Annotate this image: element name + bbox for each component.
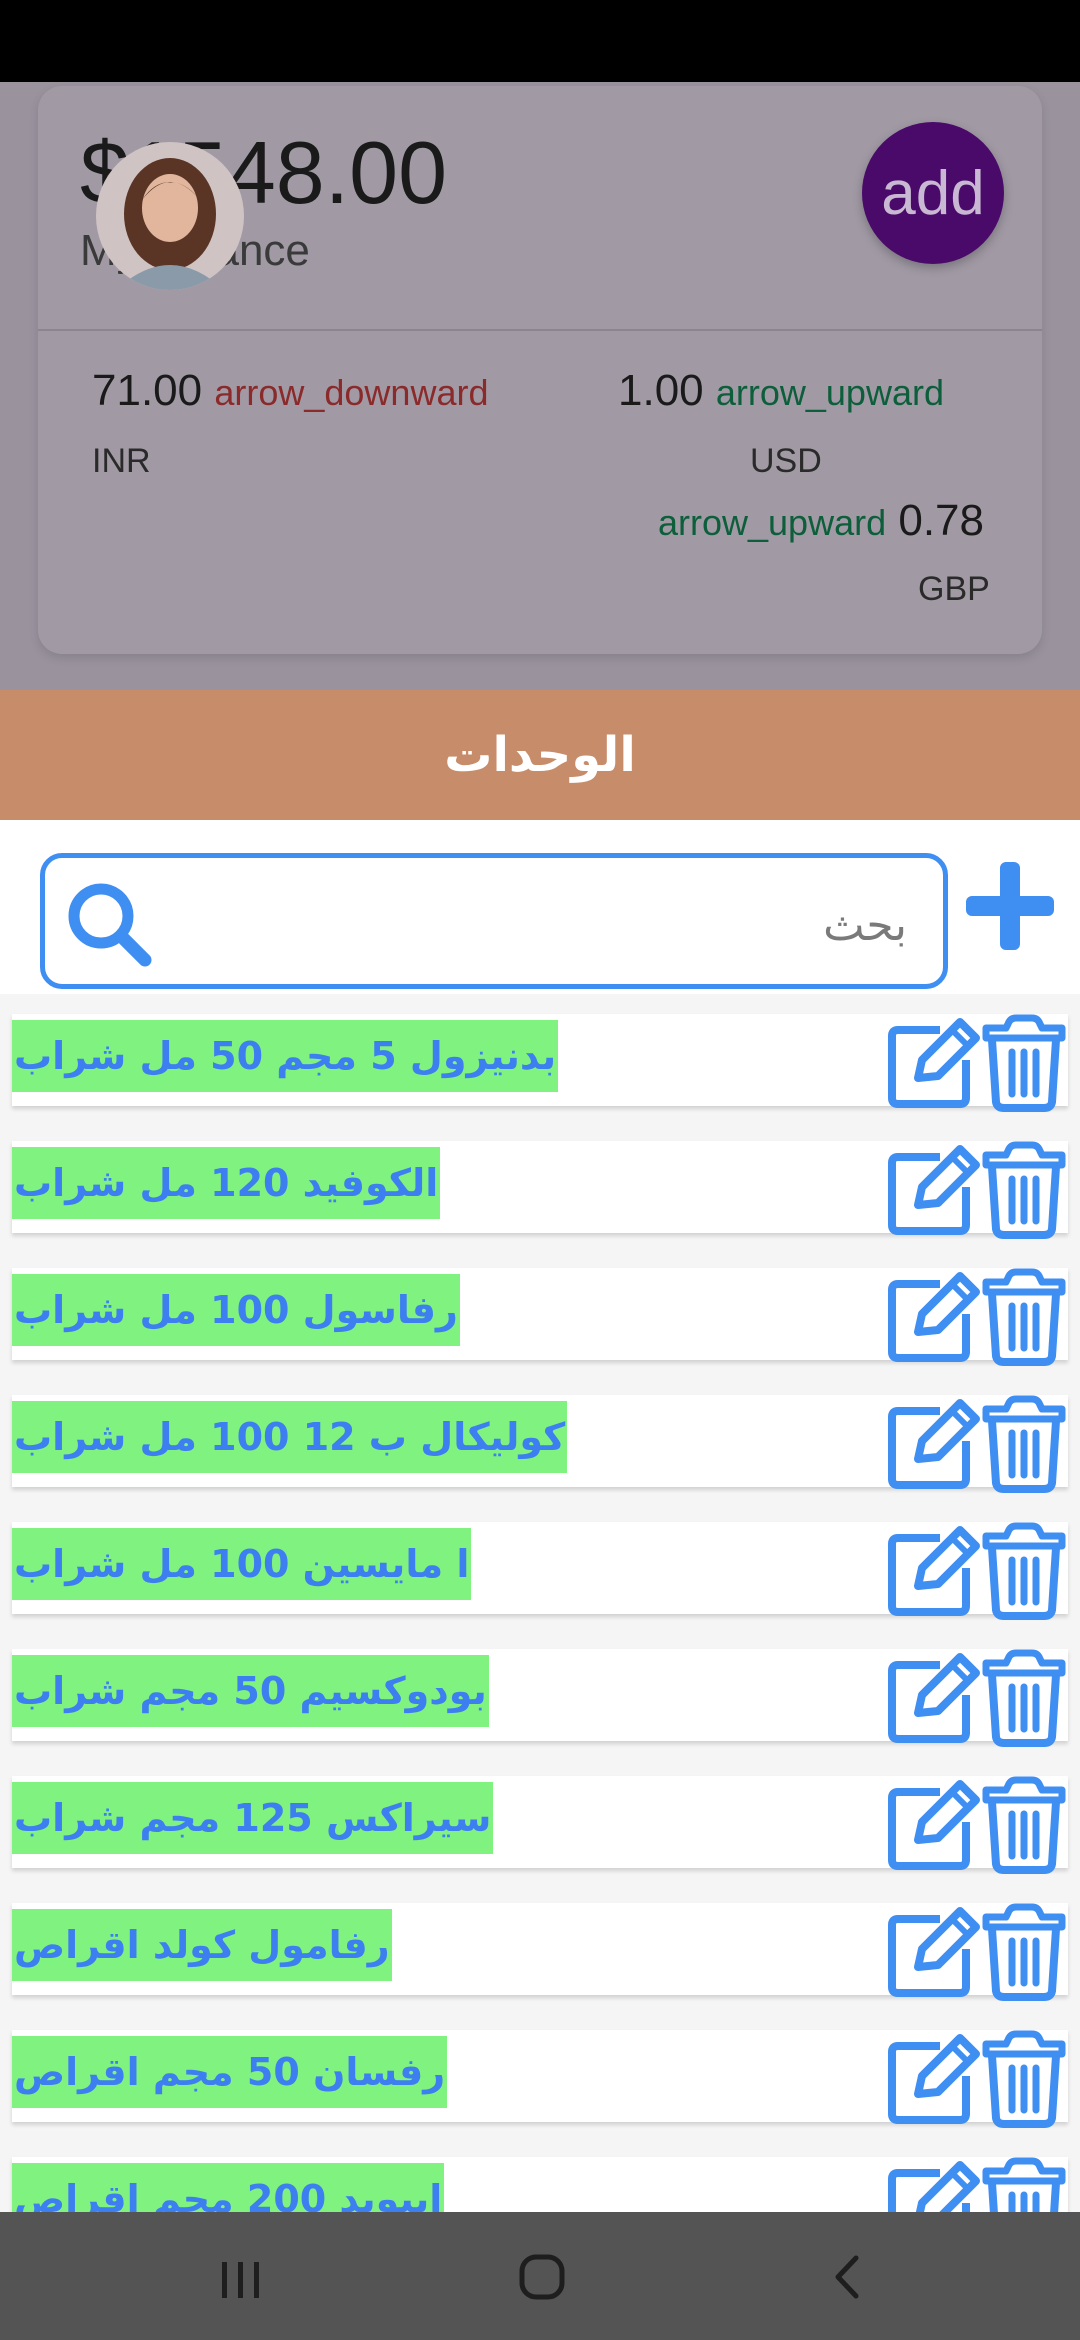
- list-item[interactable]: رفسان 50 مجم اقراص: [12, 2030, 1068, 2128]
- search-box[interactable]: [40, 853, 948, 989]
- avatar[interactable]: [96, 142, 244, 290]
- unit-name: ايبوبد 200 مجم اقراص: [12, 2163, 445, 2212]
- navigation-bar: [0, 2212, 1080, 2340]
- list-item[interactable]: الكوفيد 120 مل شراب: [12, 1141, 1068, 1239]
- unit-name: كوليكال ب 12 100 مل شراب: [12, 1401, 568, 1473]
- back-icon[interactable]: [806, 2242, 886, 2312]
- card-divider: [38, 329, 1042, 331]
- unit-name: الكوفيد 120 مل شراب: [12, 1147, 441, 1219]
- background-overlay: $1548.00 My Balance add 71.00 arrow_down…: [0, 82, 1080, 690]
- list-item[interactable]: رفاسول 100 مل شراب: [12, 1268, 1068, 1366]
- list-item[interactable]: ا مايسين 100 مل شراب: [12, 1522, 1068, 1620]
- edit-icon[interactable]: [884, 2159, 980, 2212]
- unit-name: بودوكسيم 50 مجم شراب: [12, 1655, 489, 1727]
- rate-value: 1.00: [618, 366, 704, 415]
- trash-icon[interactable]: [982, 1522, 1066, 1620]
- trash-icon[interactable]: [982, 1776, 1066, 1874]
- home-icon[interactable]: [502, 2242, 582, 2312]
- plus-icon[interactable]: [960, 856, 1060, 956]
- edit-icon[interactable]: [884, 1143, 980, 1239]
- rate-usd: 1.00 arrow_upward: [618, 366, 944, 416]
- unit-name: بدنيزول 5 مجم 50 مل شراب: [12, 1020, 559, 1092]
- search-input[interactable]: [207, 880, 907, 970]
- trash-icon[interactable]: [982, 1649, 1066, 1747]
- list-item[interactable]: سيراكس 125 مجم شراب: [12, 1776, 1068, 1874]
- rate-value: 71.00: [92, 366, 203, 415]
- edit-icon[interactable]: [884, 1778, 980, 1874]
- arrow-upward-icon: arrow_upward: [715, 372, 944, 413]
- unit-name: ا مايسين 100 مل شراب: [12, 1528, 472, 1600]
- trash-icon[interactable]: [982, 2030, 1066, 2128]
- currency-label: USD: [750, 442, 822, 480]
- edit-icon[interactable]: [884, 1905, 980, 2001]
- currency-label: INR: [92, 442, 151, 480]
- unit-name: رفامول كولد اقراص: [12, 1909, 392, 1981]
- trash-icon[interactable]: [982, 1395, 1066, 1493]
- edit-icon[interactable]: [884, 2032, 980, 2128]
- edit-icon[interactable]: [884, 1397, 980, 1493]
- currency-label: GBP: [918, 570, 990, 608]
- sheet-title: الوحدات: [444, 727, 636, 783]
- units-list: بدنيزول 5 مجم 50 مل شراب الكوفيد 120 مل ش…: [0, 994, 1080, 2212]
- trash-icon[interactable]: [982, 1268, 1066, 1366]
- list-item[interactable]: رفامول كولد اقراص: [12, 1903, 1068, 2001]
- recents-icon[interactable]: [200, 2242, 280, 2312]
- edit-icon[interactable]: [884, 1524, 980, 1620]
- list-item[interactable]: كوليكال ب 12 100 مل شراب: [12, 1395, 1068, 1493]
- edit-icon[interactable]: [884, 1651, 980, 1747]
- unit-name: سيراكس 125 مجم شراب: [12, 1782, 494, 1854]
- sheet-header: الوحدات: [0, 690, 1080, 820]
- rate-gbp: arrow_upward 0.78: [658, 496, 984, 546]
- arrow-downward-icon: arrow_downward: [214, 372, 489, 413]
- edit-icon[interactable]: [884, 1016, 980, 1112]
- trash-icon[interactable]: [982, 2157, 1066, 2212]
- edit-icon[interactable]: [884, 1270, 980, 1366]
- arrow-upward-icon: arrow_upward: [658, 502, 887, 543]
- trash-icon[interactable]: [982, 1014, 1066, 1112]
- status-bar: [0, 0, 1080, 82]
- list-item[interactable]: ايبوبد 200 مجم اقراص: [12, 2157, 1068, 2212]
- list-item[interactable]: بودوكسيم 50 مجم شراب: [12, 1649, 1068, 1747]
- unit-name: رفاسول 100 مل شراب: [12, 1274, 460, 1346]
- trash-icon[interactable]: [982, 1903, 1066, 2001]
- rate-value: 0.78: [898, 496, 984, 545]
- add-button[interactable]: add: [862, 122, 1004, 264]
- list-item[interactable]: بدنيزول 5 مجم 50 مل شراب: [12, 1014, 1068, 1112]
- unit-name: رفسان 50 مجم اقراص: [12, 2036, 448, 2108]
- rate-inr: 71.00 arrow_downward: [92, 366, 488, 416]
- trash-icon[interactable]: [982, 1141, 1066, 1239]
- balance-card: $1548.00 My Balance add 71.00 arrow_down…: [38, 86, 1042, 654]
- search-icon[interactable]: [61, 876, 157, 972]
